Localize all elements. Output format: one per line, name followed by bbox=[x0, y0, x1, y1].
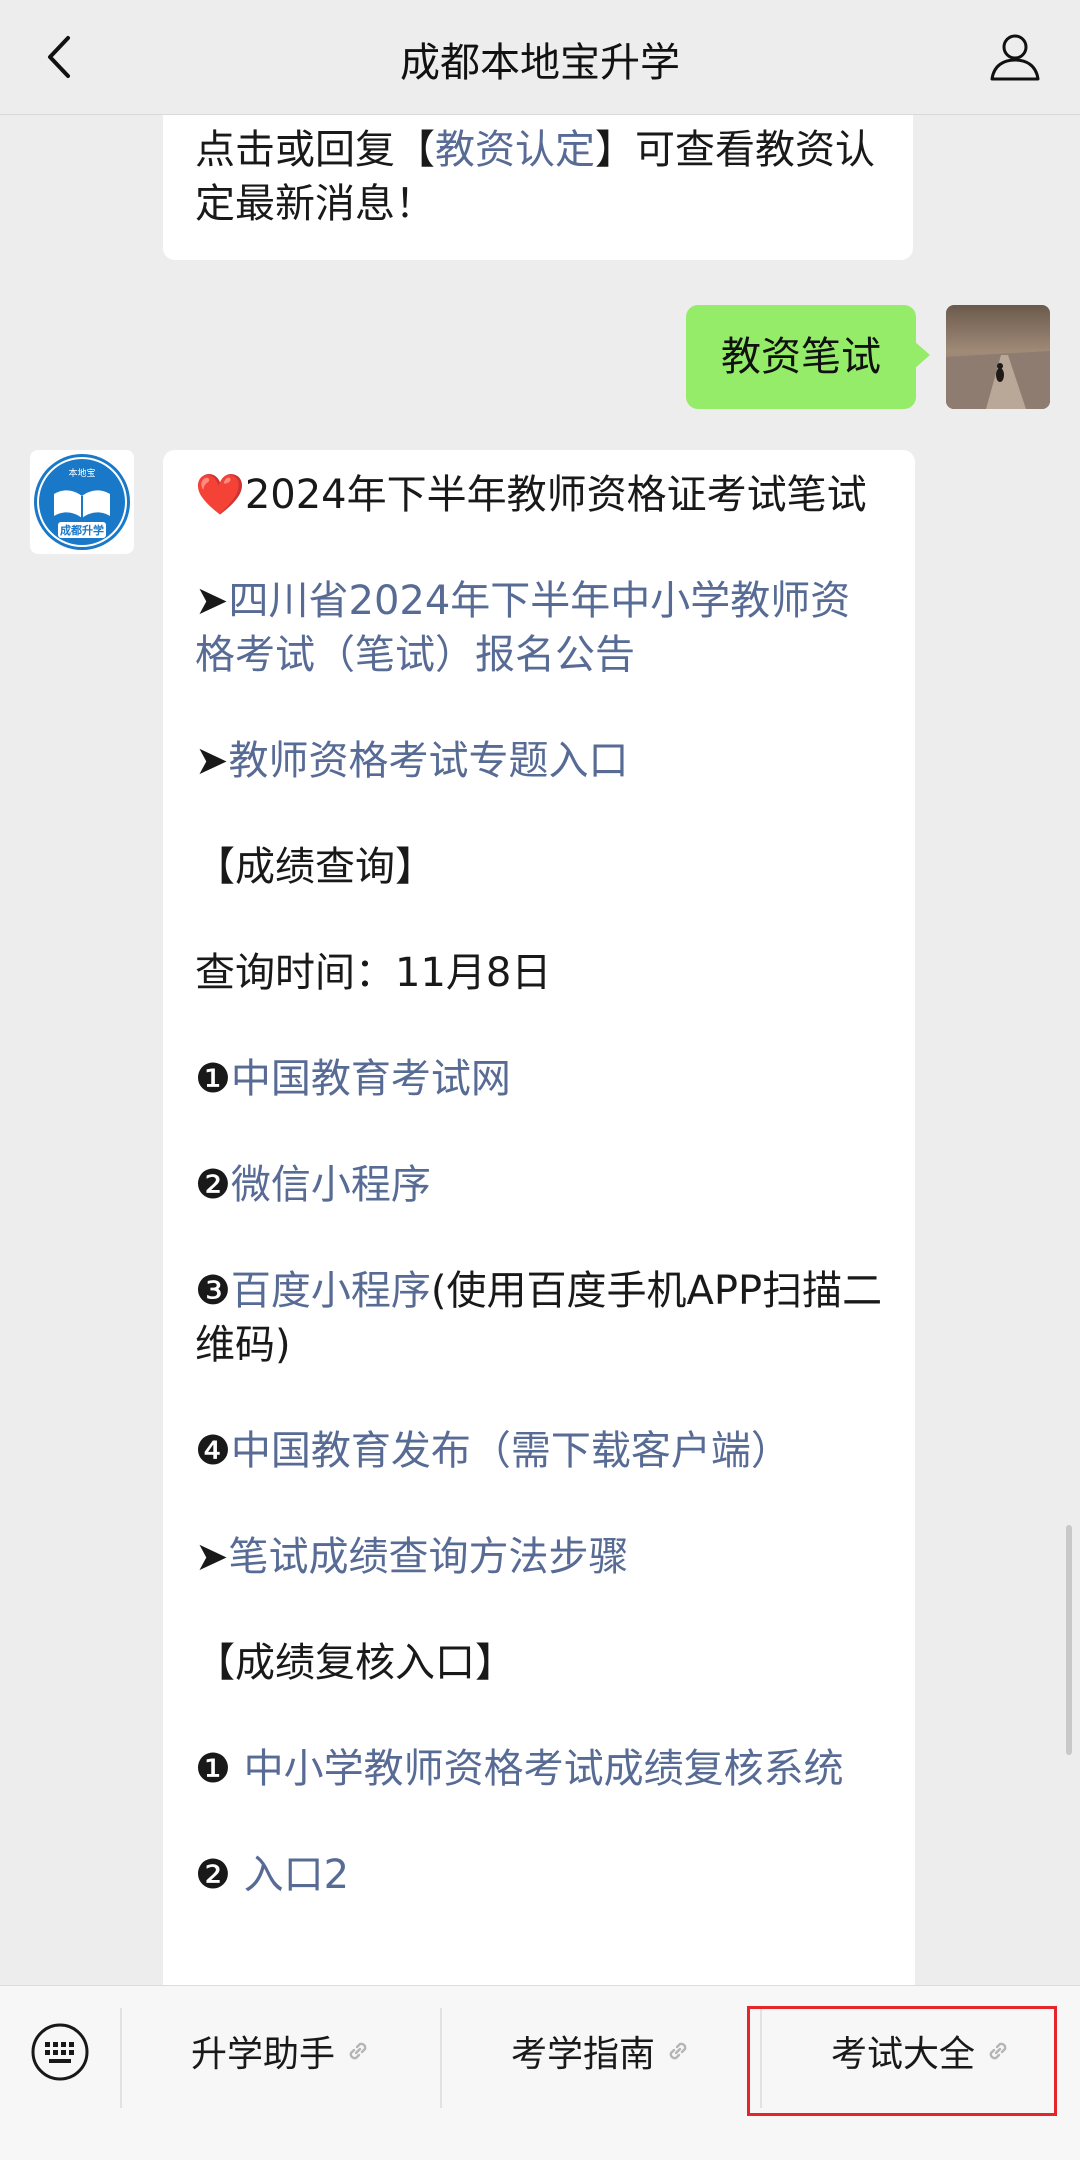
link-entry-2[interactable]: 入口2 bbox=[244, 1852, 349, 1898]
link-query-steps[interactable]: 笔试成绩查询方法步骤 bbox=[229, 1534, 629, 1580]
menu-label: 升学助手 bbox=[190, 2034, 335, 2075]
link-teacher-certification[interactable]: 教资认定 bbox=[435, 127, 595, 173]
chat-title: 成都本地宝升学 bbox=[400, 40, 680, 86]
menu-item-study-guide[interactable]: 考学指南 bbox=[442, 1986, 760, 2116]
heart-emoji: ❤️ bbox=[195, 472, 245, 518]
link-topic-entry[interactable]: 教师资格考试专题入口 bbox=[229, 738, 629, 784]
menu-label: 考学指南 bbox=[510, 2034, 655, 2075]
section-score-review: 【成绩复核入口】 bbox=[195, 1640, 515, 1686]
highlight-box bbox=[747, 2006, 1057, 2116]
profile-button[interactable] bbox=[980, 22, 1050, 92]
menu-item-admission-assistant[interactable]: 升学助手 bbox=[122, 1986, 440, 2116]
link-review-system[interactable]: 中小学教师资格考试成绩复核系统 bbox=[244, 1746, 844, 1792]
exam-title: ❤️2024年下半年教师资格证考试笔试 bbox=[195, 472, 867, 518]
link-baidu-miniprogram[interactable]: 百度小程序 bbox=[231, 1268, 431, 1314]
bot-reply-bubble: ❤️2024年下半年教师资格证考试笔试 ➤四川省2024年下半年中小学教师资格考… bbox=[163, 450, 915, 1985]
arrow-marker: ➤ bbox=[195, 738, 229, 784]
sent-message-bubble[interactable]: 教资笔试 bbox=[686, 305, 930, 409]
number-marker: ❷ bbox=[195, 1162, 231, 1208]
number-marker: ❹ bbox=[195, 1428, 231, 1474]
scrollbar[interactable] bbox=[1066, 1525, 1072, 1755]
arrow-marker: ➤ bbox=[195, 1534, 229, 1580]
link-icon bbox=[665, 2038, 691, 2064]
link-neea[interactable]: 中国教育考试网 bbox=[231, 1056, 511, 1102]
number-marker: ❷ bbox=[195, 1852, 231, 1898]
bottom-menu-bar: 升学助手 考学指南 考试大全 bbox=[0, 1985, 1080, 2160]
sent-message-row: 教资笔试 bbox=[0, 305, 1080, 415]
message-text: 点击或回复【 bbox=[195, 127, 435, 173]
number-marker: ❸ bbox=[195, 1268, 231, 1314]
link-registration-announcement[interactable]: 四川省2024年下半年中小学教师资格考试（笔试）报名公告 bbox=[195, 578, 850, 678]
keyboard-icon bbox=[31, 2023, 89, 2081]
number-marker: ❶ bbox=[195, 1746, 231, 1792]
link-wechat-miniprogram[interactable]: 微信小程序 bbox=[231, 1162, 431, 1208]
avatar-logo-bottom-text: 成都升学 bbox=[60, 523, 104, 537]
query-time: 查询时间：11月8日 bbox=[195, 950, 552, 996]
previous-message-bubble: 点击或回复【教资认定】可查看教资认定最新消息！ bbox=[163, 115, 913, 260]
person-icon bbox=[990, 34, 1040, 81]
section-score-query: 【成绩查询】 bbox=[195, 844, 435, 890]
official-account-avatar[interactable]: 本地宝 成都升学 bbox=[30, 450, 134, 554]
keyboard-toggle-button[interactable] bbox=[28, 2020, 92, 2084]
nav-header: 成都本地宝升学 bbox=[0, 0, 1080, 115]
number-marker: ❶ bbox=[195, 1056, 231, 1102]
link-education-release[interactable]: 中国教育发布（需下载客户端） bbox=[231, 1428, 791, 1474]
arrow-marker: ➤ bbox=[195, 578, 229, 624]
user-avatar[interactable] bbox=[946, 305, 1050, 409]
link-icon bbox=[345, 2038, 371, 2064]
avatar-logo-top-text: 本地宝 bbox=[68, 467, 95, 479]
chat-area[interactable]: 点击或回复【教资认定】可查看教资认定最新消息！ 教资笔试 本地宝 成都升学 ❤️… bbox=[0, 115, 1080, 1985]
